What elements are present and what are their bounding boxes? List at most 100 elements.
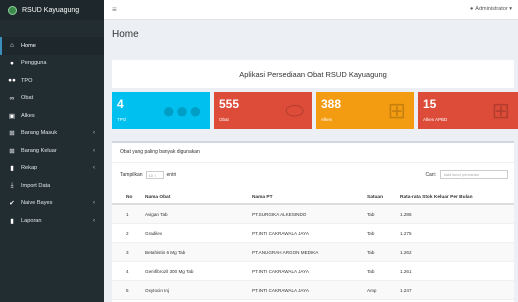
cell-rata-rata: 1.275 [400, 231, 412, 236]
table-row[interactable]: 5 Oxytocin Inj PT.INTI CAKRAWALA JAYA Am… [112, 281, 514, 300]
sidebar-item-label: Barang Keluar [21, 147, 57, 154]
column-header-satuan[interactable]: Satuan [367, 195, 383, 200]
chevron-left-icon: ‹ [93, 165, 95, 172]
cart-icon: ⊞ [9, 147, 15, 155]
user-icon: ● [10, 59, 14, 67]
sidebar-item-alkes[interactable]: ▣ Alkes [0, 107, 104, 125]
sidebar-item-barang-masuk[interactable]: ⊞ Barang Masuk ‹ [0, 125, 104, 143]
cell-nama-pt: PT.SURGIKA ALKESINDO [252, 212, 307, 217]
cell-nama-obat: Betahistin 6 Mg Tab [145, 250, 186, 255]
table-row[interactable]: 2 Gradilex PT.INTI CAKRAWALA JAYA Tab 1.… [112, 224, 514, 243]
entries-length-control: Tampilkan 10 ↕ entri [120, 171, 176, 179]
cell-nama-pt: PT.INTI CAKRAWALA JAYA [252, 231, 309, 236]
sidebar-item-rekap[interactable]: ▮ Rekap ‹ [0, 160, 104, 178]
caret-down-icon: ▾ [509, 6, 512, 12]
hamburger-icon[interactable]: ≡ [112, 5, 117, 14]
user-icon: ● [469, 6, 474, 12]
cell-nama-pt: PT.ANUGRAH ARGON MEDIKA [252, 250, 319, 255]
cell-satuan: Amp [367, 288, 377, 293]
sidebar-item-label: Obat [21, 95, 34, 102]
cell-no: 1 [126, 212, 129, 217]
cell-no: 4 [126, 269, 129, 274]
cell-rata-rata: 1.262 [400, 250, 412, 255]
file-icon: ▮ [10, 165, 14, 173]
cell-satuan: Tab [367, 250, 375, 255]
brand[interactable]: RSUD Kayuagung [0, 0, 104, 20]
column-header-no[interactable]: No [126, 195, 132, 200]
sidebar-item-label: Laporan [21, 217, 42, 224]
cell-satuan: Tab [367, 269, 375, 274]
column-header-nama-obat[interactable]: Nama Obat [145, 195, 170, 200]
table-row[interactable]: 1 Avigan Tab PT.SURGIKA ALKESINDO Tab 1.… [112, 205, 514, 224]
cell-no: 3 [126, 250, 129, 255]
column-header-rata-rata[interactable]: Rata-rata Stok Keluar Per Bulan [400, 195, 473, 200]
user-name: Administrator [475, 6, 508, 12]
medkit-icon: ⊞ [387, 98, 406, 123]
stat-label: TPO [117, 117, 127, 122]
home-icon: ⌂ [10, 42, 14, 50]
sidebar-item-obat[interactable]: ∞ Obat [0, 90, 104, 108]
users-icon: ●● [8, 77, 16, 85]
divider [112, 162, 514, 163]
chevron-left-icon: ‹ [93, 147, 95, 154]
table-search: Cari: kata kunci pencarian [425, 170, 508, 179]
app-banner: Aplikasi Persediaan Obat RSUD Kayuagung [112, 60, 514, 88]
entries-select[interactable]: 10 ↕ [145, 171, 164, 179]
cell-rata-rata: 1.261 [400, 269, 412, 274]
table-header: No Nama Obat Nama PT Satuan Rata-rata St… [112, 190, 514, 205]
sidebar-item-barang-keluar[interactable]: ⊞ Barang Keluar ‹ [0, 142, 104, 160]
link-icon: ∞ [9, 94, 15, 102]
sidebar-item-home[interactable]: ⌂ Home [0, 37, 104, 55]
entries-select-value: 10 [148, 173, 153, 178]
chevron-left-icon: ‹ [93, 200, 95, 207]
cell-satuan: Tab [367, 231, 375, 236]
sidebar-item-import-data[interactable]: ⤓ Import Data [0, 177, 104, 195]
download-icon: ⤓ [10, 181, 14, 189]
cars-icon: ▣ [8, 112, 16, 120]
stat-label: Alkes [321, 117, 333, 122]
panel-title: Obat yang paling banyak digunakan [120, 149, 200, 155]
sidebar-item-label: Pengguna [21, 60, 47, 67]
stat-box-tpo[interactable]: 4 TPO ●●● [112, 92, 210, 129]
cell-nama-obat: Avigan Tab [145, 212, 168, 217]
chevron-left-icon: ‹ [93, 217, 95, 224]
sidebar-item-pengguna[interactable]: ● Pengguna [0, 55, 104, 73]
sidebar-item-naive-bayes[interactable]: ✔ Naive Bayes ‹ [0, 195, 104, 213]
stat-box-alkes-apbd[interactable]: 15 Alkes APBD ⊞ [418, 92, 518, 129]
pills-icon: ⬭ [285, 98, 304, 123]
banner-text: Aplikasi Persediaan Obat RSUD Kayuagung [239, 69, 387, 79]
sidebar-item-label: Alkes [21, 112, 35, 119]
sidebar-item-label: Import Data [21, 182, 51, 189]
sidebar-item-label: Rekap [21, 165, 38, 172]
cell-nama-pt: PT.INTI CAKRAWALA JAYA [252, 288, 309, 293]
stat-box-obat[interactable]: 555 Obat ⬭ [214, 92, 312, 129]
search-input[interactable]: kata kunci pencarian [440, 170, 508, 179]
cell-nama-obat: Gemfibrozil 300 Mg Tab [145, 269, 194, 274]
chevron-left-icon: ‹ [93, 130, 95, 137]
top-navbar: ≡ ● Administrator ▾ [104, 0, 518, 20]
hospital-logo-icon [8, 5, 17, 15]
sidebar-menu: ⌂ Home ● Pengguna ●● TPO ∞ Obat ▣ Alkes ⊞ Bara… [0, 20, 104, 230]
user-menu[interactable]: ● Administrator ▾ [470, 6, 512, 12]
sidebar-item-laporan[interactable]: ▮ Laporan ‹ [0, 212, 104, 230]
table-row[interactable]: 3 Betahistin 6 Mg Tab PT.ANUGRAH ARGON M… [112, 243, 514, 262]
show-suffix: entri [166, 172, 177, 178]
sidebar-item-tpo[interactable]: ●● TPO [0, 72, 104, 90]
table-row[interactable]: 4 Gemfibrozil 300 Mg Tab PT.INTI CAKRAWA… [112, 262, 514, 281]
cell-nama-obat: Gradilex [145, 231, 163, 236]
sidebar: RSUD Kayuagung ⌂ Home ● Pengguna ●● TPO ∞ Ob… [0, 0, 104, 302]
stat-value: 4 [117, 97, 124, 111]
users-icon: ●●● [162, 98, 202, 123]
stat-value: 15 [423, 97, 437, 111]
cell-satuan: Tab [367, 212, 375, 217]
sidebar-item-label: Home [21, 42, 36, 49]
cell-no: 2 [126, 231, 129, 236]
stat-value: 388 [321, 97, 342, 111]
stat-label: Obat [219, 117, 229, 122]
stat-box-alkes[interactable]: 388 Alkes ⊞ [316, 92, 414, 129]
cell-no: 5 [126, 288, 129, 293]
cell-rata-rata: 1.247 [400, 288, 412, 293]
cart-icon: ⊞ [9, 130, 15, 138]
search-label: Cari: [425, 171, 436, 178]
column-header-nama-pt[interactable]: Nama PT [252, 195, 273, 200]
